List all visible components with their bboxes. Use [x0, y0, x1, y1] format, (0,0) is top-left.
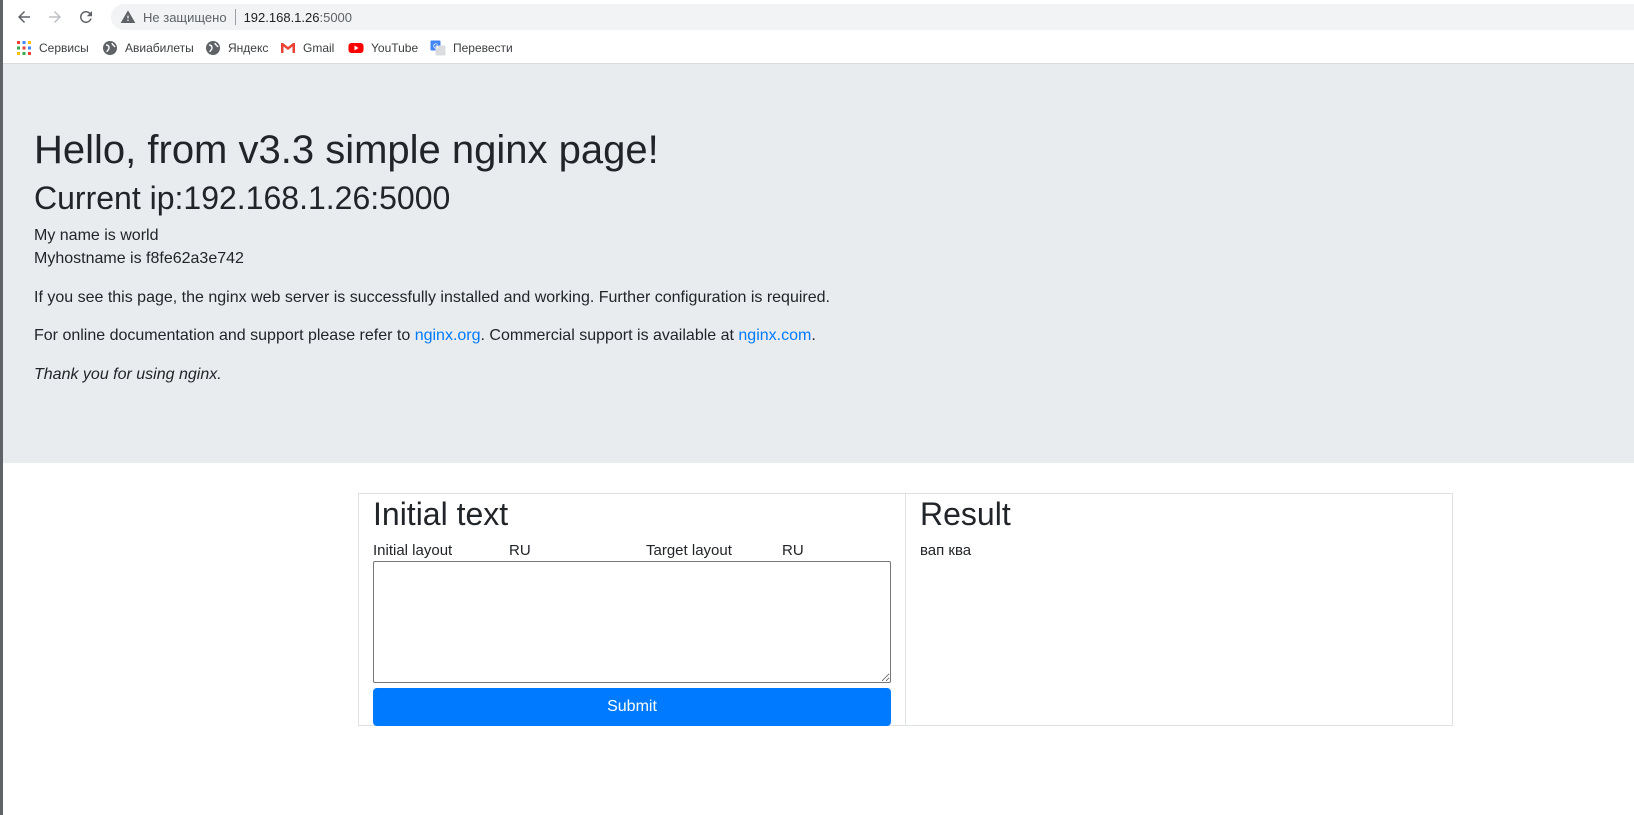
- docs-paragraph: For online documentation and support ple…: [34, 327, 816, 345]
- nginx-com-link[interactable]: nginx.com: [738, 327, 811, 344]
- docs-suffix: .: [811, 327, 816, 344]
- result-text: вап ква: [920, 542, 972, 559]
- warning-icon: [120, 10, 136, 23]
- jumbotron: Hello, from v3.3 simple nginx page! Curr…: [3, 64, 1634, 463]
- result-heading: Result: [920, 496, 1011, 532]
- bookmark-youtube[interactable]: YouTube: [348, 39, 418, 57]
- svg-text:G: G: [433, 43, 438, 51]
- gmail-icon: [280, 40, 296, 56]
- apps-grid-icon: [16, 40, 32, 56]
- bookmark-yandex[interactable]: Яндекс: [205, 39, 268, 57]
- installed-paragraph: If you see this page, the nginx web serv…: [34, 289, 830, 306]
- bookmark-label: Gmail: [303, 41, 335, 55]
- forward-button[interactable]: [43, 5, 67, 29]
- bookmark-gmail[interactable]: Gmail: [280, 39, 334, 57]
- target-layout-label: Target layout: [646, 542, 732, 559]
- omnibox-divider: [234, 9, 236, 25]
- reload-button[interactable]: [74, 5, 98, 29]
- nginx-org-link[interactable]: nginx.org: [415, 327, 481, 344]
- globe-icon: [205, 40, 221, 56]
- back-button[interactable]: [12, 5, 36, 29]
- address-bar[interactable]: Не защищено 192.168.1.26:5000: [111, 4, 1634, 30]
- bookmark-label: Яндекс: [228, 41, 269, 55]
- docs-prefix: For online documentation and support ple…: [34, 327, 415, 344]
- arrow-right-icon: [49, 11, 61, 23]
- bookmark-label: Сервисы: [39, 41, 89, 55]
- bookmark-label: Авиабилеты: [125, 41, 194, 55]
- hostname-line: Myhostname is f8fe62a3e742: [34, 250, 244, 267]
- reload-icon: [79, 10, 92, 23]
- thanks-line: Thank you for using nginx.: [34, 366, 222, 383]
- initial-text-panel: Initial text Initial layout RU Target la…: [358, 493, 906, 726]
- youtube-icon: [348, 40, 364, 56]
- current-ip-heading: Current ip:192.168.1.26:5000: [34, 180, 451, 216]
- bookmark-label: YouTube: [371, 41, 419, 55]
- initial-layout-select[interactable]: RU: [509, 542, 531, 559]
- bookmark-flights[interactable]: Авиабилеты: [102, 39, 194, 57]
- page-title: Hello, from v3.3 simple nginx page!: [34, 128, 659, 172]
- submit-button[interactable]: Submit: [373, 688, 891, 726]
- target-layout-select[interactable]: RU: [782, 542, 804, 559]
- translate-icon: G: [430, 40, 446, 56]
- result-panel: Result вап ква: [905, 493, 1453, 726]
- bookmarks-bar: Сервисы Авиабилеты Яндекс Gmail YouTube …: [3, 33, 1634, 64]
- browser-toolbar: Не защищено 192.168.1.26:5000: [3, 0, 1634, 33]
- bookmark-translate[interactable]: G Перевести: [430, 39, 513, 57]
- globe-icon: [102, 40, 118, 56]
- initial-text-heading: Initial text: [373, 496, 509, 532]
- initial-text-input[interactable]: [373, 561, 891, 683]
- docs-middle: . Commercial support is available at: [480, 327, 739, 344]
- arrow-left-icon: [18, 11, 30, 23]
- initial-layout-label: Initial layout: [373, 542, 453, 559]
- security-label[interactable]: Не защищено: [143, 10, 227, 25]
- name-line: My name is world: [34, 227, 159, 244]
- url-host[interactable]: 192.168.1.26: [244, 10, 320, 25]
- bookmark-label: Перевести: [453, 41, 513, 55]
- url-port[interactable]: :5000: [319, 10, 352, 25]
- bookmark-services[interactable]: Сервисы: [16, 39, 89, 57]
